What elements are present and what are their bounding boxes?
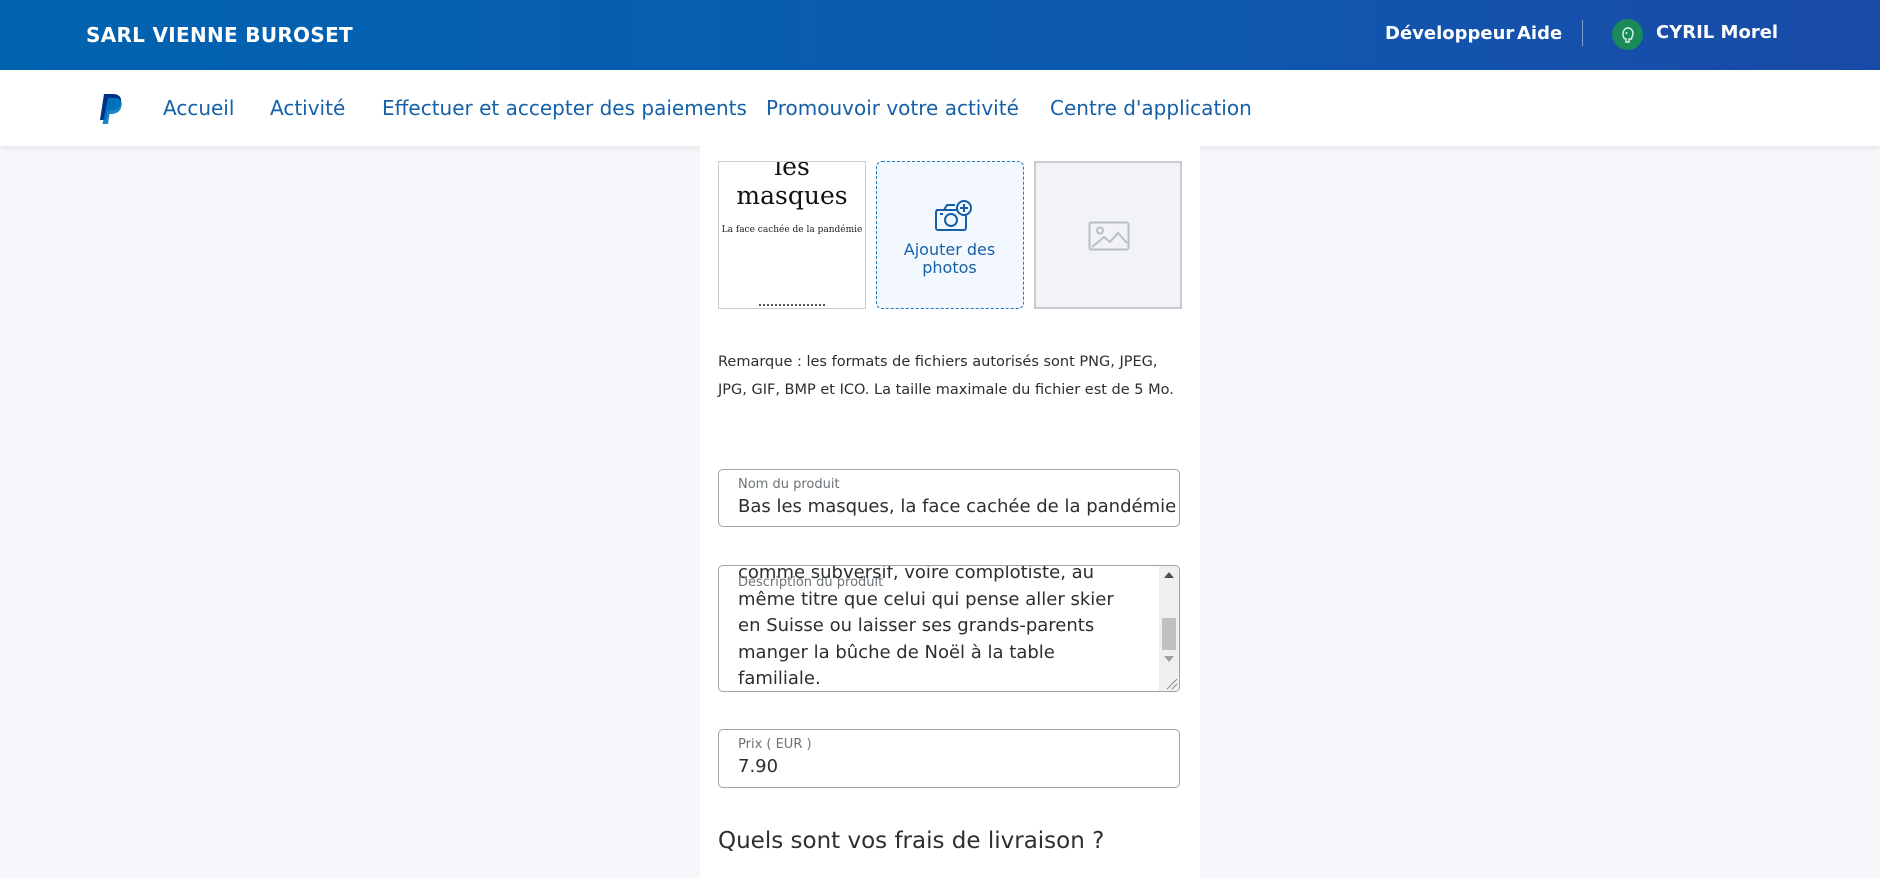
nav-activite[interactable]: Activité (270, 96, 345, 120)
paypal-logo-icon[interactable] (98, 94, 122, 124)
nav-promouvoir[interactable]: Promouvoir votre activité (766, 96, 1019, 120)
camera-add-icon (935, 200, 972, 231)
scroll-down-icon[interactable] (1164, 656, 1174, 662)
file-format-note: Remarque : les formats de fichiers autor… (718, 354, 1174, 398)
nav-centre-application[interactable]: Centre d'application (1050, 96, 1252, 120)
nav-accueil[interactable]: Accueil (163, 96, 234, 120)
empty-photo-slot[interactable] (1034, 161, 1182, 309)
scrollbar-thumb[interactable] (1162, 618, 1176, 650)
product-name-input[interactable]: Bas les masques, la face cachée de la pa… (738, 496, 1176, 517)
nav-paiements[interactable]: Effectuer et accepter des paiements (382, 96, 747, 120)
top-header: SARL VIENNE BUROSET Développeur Aide CYR… (0, 0, 1880, 70)
user-name[interactable]: CYRIL Morel (1656, 22, 1778, 43)
scroll-up-icon[interactable] (1164, 572, 1174, 578)
image-placeholder-icon (1088, 221, 1130, 251)
user-avatar-icon[interactable] (1612, 19, 1643, 50)
add-photos-label: Ajouter des photos (903, 240, 996, 277)
product-name-field[interactable]: Nom du produit Bas les masques, la face … (718, 469, 1180, 527)
description-scrollbar[interactable] (1159, 566, 1179, 691)
book-cover-subtitle: La face cachée de la pandémie (721, 225, 863, 235)
developer-link[interactable]: Développeur (1385, 23, 1514, 44)
merchant-name: SARL VIENNE BUROSET (86, 23, 353, 47)
price-field[interactable]: Prix ( EUR ) 7.90 (718, 729, 1180, 788)
header-divider (1582, 20, 1583, 46)
product-name-label: Nom du produit (738, 477, 840, 492)
add-photos-button[interactable]: Ajouter des photos (876, 161, 1024, 309)
product-description-field[interactable]: comme subversif, voire complotiste, au m… (718, 565, 1180, 692)
help-link[interactable]: Aide (1517, 23, 1562, 44)
price-label: Prix ( EUR ) (738, 737, 812, 752)
price-input[interactable]: 7.90 (738, 756, 778, 777)
product-photo-thumbnail[interactable]: les masques La face cachée de la pandémi… (718, 161, 866, 309)
resize-handle-icon[interactable] (1164, 676, 1178, 690)
book-cover-title-line1: les (774, 161, 810, 181)
shipping-heading: Quels sont vos frais de livraison ? (718, 828, 1105, 854)
product-description-label: Description du produit (738, 575, 884, 590)
book-cover-title-line2: masques (736, 181, 848, 210)
book-cover-author (759, 304, 825, 308)
